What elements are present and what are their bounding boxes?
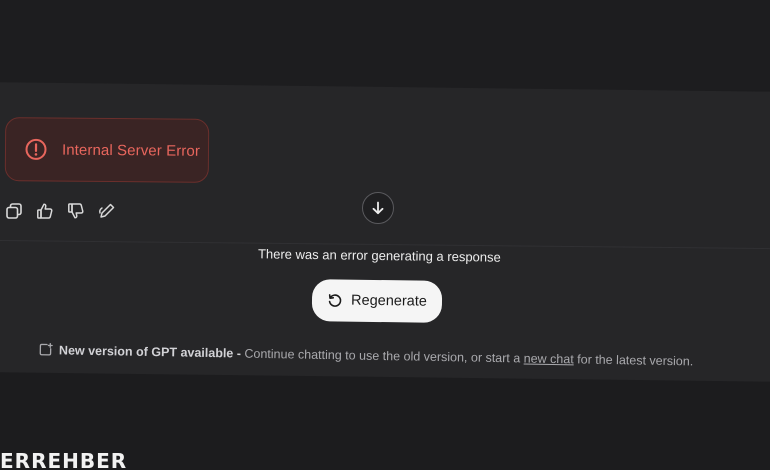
edit-icon[interactable] xyxy=(97,201,117,221)
notice-text-end: for the latest version. xyxy=(573,351,694,368)
new-chat-link[interactable]: new chat xyxy=(524,351,574,366)
new-chat-icon xyxy=(39,342,53,356)
notice-separator: - xyxy=(233,345,245,361)
scroll-down-button[interactable] xyxy=(362,192,394,224)
regenerate-button[interactable]: Regenerate xyxy=(311,279,443,323)
regenerate-label: Regenerate xyxy=(351,292,427,310)
top-area xyxy=(0,0,770,90)
refresh-icon xyxy=(328,294,342,307)
screen: Internal Server Error There was an error… xyxy=(0,0,770,470)
watermark-text: ERREHBER xyxy=(0,449,128,470)
thumbs-down-icon[interactable] xyxy=(66,201,86,221)
info-circle-icon xyxy=(25,138,47,160)
copy-icon[interactable] xyxy=(4,201,24,221)
message-actions xyxy=(4,200,117,222)
thumbs-up-icon[interactable] xyxy=(35,201,55,221)
notice-headline: New version of GPT available xyxy=(58,342,234,360)
error-message-text: Internal Server Error xyxy=(61,141,201,160)
arrow-down-icon xyxy=(372,201,384,215)
watermark-logo: ERREHBER xyxy=(0,450,127,470)
error-message-box: Internal Server Error xyxy=(4,117,210,183)
